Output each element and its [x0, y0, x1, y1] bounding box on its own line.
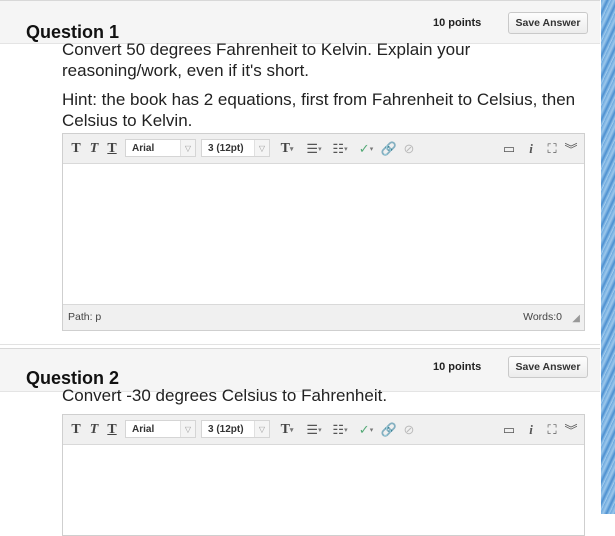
section-divider	[0, 344, 600, 345]
answer-text-area[interactable]	[63, 445, 584, 525]
unlink-icon[interactable]: ⊘	[401, 421, 417, 438]
question-2-save-button[interactable]: Save Answer	[508, 356, 588, 378]
preview-icon[interactable]: ▭	[500, 421, 518, 438]
question-2-text: Convert -30 degrees Celsius to Fahrenhei…	[62, 386, 388, 405]
question-1-save-button[interactable]: Save Answer	[508, 12, 588, 34]
chevron-down-icon: ▽	[254, 421, 269, 437]
path-label: Path: p	[68, 311, 102, 323]
collapse-icon[interactable]: ︾	[564, 140, 578, 157]
chevron-down-icon: ▽	[254, 140, 269, 156]
font-family-value: Arial	[132, 423, 155, 435]
word-count: Words:0	[523, 311, 562, 323]
font-family-value: Arial	[132, 142, 155, 154]
chevron-down-icon: ▽	[180, 421, 195, 437]
question-1-text: Convert 50 degrees Fahrenheit to Kelvin.…	[62, 40, 471, 80]
italic-t-icon[interactable]: T	[87, 140, 101, 157]
fullscreen-icon[interactable]: ⛶	[544, 421, 560, 438]
question-1-points: 10 points	[433, 17, 482, 29]
font-size-select[interactable]: 3 (12pt) ▽	[201, 420, 270, 438]
question-2-points: 10 points	[433, 361, 482, 373]
question-2-editor: T T T Arial ▽ 3 (12pt) ▽ T ▾ ☰ ▾ ☷ ▾ ✓ ▾ 🔗 ⊘…	[62, 414, 585, 536]
editor-toolbar: T T T Arial ▽ 3 (12pt) ▽ T ▾ ☰ ▾ ☷ ▾ ✓ ▾ 🔗 ⊘…	[63, 415, 584, 445]
link-icon[interactable]: 🔗	[381, 421, 397, 438]
preview-icon[interactable]: ▭	[500, 140, 518, 157]
font-family-select[interactable]: Arial ▽	[125, 420, 196, 438]
chevron-down-icon: ▽	[180, 140, 195, 156]
question-1-editor: T T T Arial ▽ 3 (12pt) ▽ T ▾ ☰ ▾ ☷ ▾ ✓ ▾ 🔗 ⊘…	[62, 133, 585, 331]
collapse-icon[interactable]: ︾	[564, 421, 578, 438]
bullet-list-icon[interactable]: ☰ ▾	[303, 421, 325, 438]
bullet-list-icon[interactable]: ☰ ▾	[303, 140, 325, 157]
font-size-value: 3 (12pt)	[208, 142, 244, 154]
numbered-list-icon[interactable]: ☷ ▾	[329, 140, 351, 157]
text-color-icon[interactable]: T ▾	[276, 140, 298, 157]
font-size-select[interactable]: 3 (12pt) ▽	[201, 139, 270, 157]
font-family-select[interactable]: Arial ▽	[125, 139, 196, 157]
bold-t-icon[interactable]: T	[69, 140, 83, 157]
editor-toolbar: T T T Arial ▽ 3 (12pt) ▽ T ▾ ☰ ▾ ☷ ▾ ✓ ▾ 🔗 ⊘…	[63, 134, 584, 164]
question-1-hint: Hint: the book has 2 equations, first fr…	[62, 90, 576, 130]
fullscreen-icon[interactable]: ⛶	[544, 140, 560, 157]
unlink-icon[interactable]: ⊘	[401, 140, 417, 157]
text-color-icon[interactable]: T ▾	[276, 421, 298, 438]
spellcheck-icon[interactable]: ✓ ▾	[355, 140, 377, 157]
info-icon[interactable]: i	[524, 421, 538, 438]
bold-t-icon[interactable]: T	[69, 421, 83, 438]
numbered-list-icon[interactable]: ☷ ▾	[329, 421, 351, 438]
spellcheck-icon[interactable]: ✓ ▾	[355, 421, 377, 438]
editor-statusbar: Path: p Words:0 ◢	[63, 304, 584, 330]
info-icon[interactable]: i	[524, 140, 538, 157]
resize-handle-icon[interactable]: ◢	[572, 313, 580, 324]
answer-text-area[interactable]	[63, 164, 584, 304]
italic-t-icon[interactable]: T	[87, 421, 101, 438]
underline-t-icon[interactable]: T	[105, 140, 119, 157]
font-size-value: 3 (12pt)	[208, 423, 244, 435]
decorative-side-strip	[601, 0, 615, 514]
link-icon[interactable]: 🔗	[381, 140, 397, 157]
underline-t-icon[interactable]: T	[105, 421, 119, 438]
